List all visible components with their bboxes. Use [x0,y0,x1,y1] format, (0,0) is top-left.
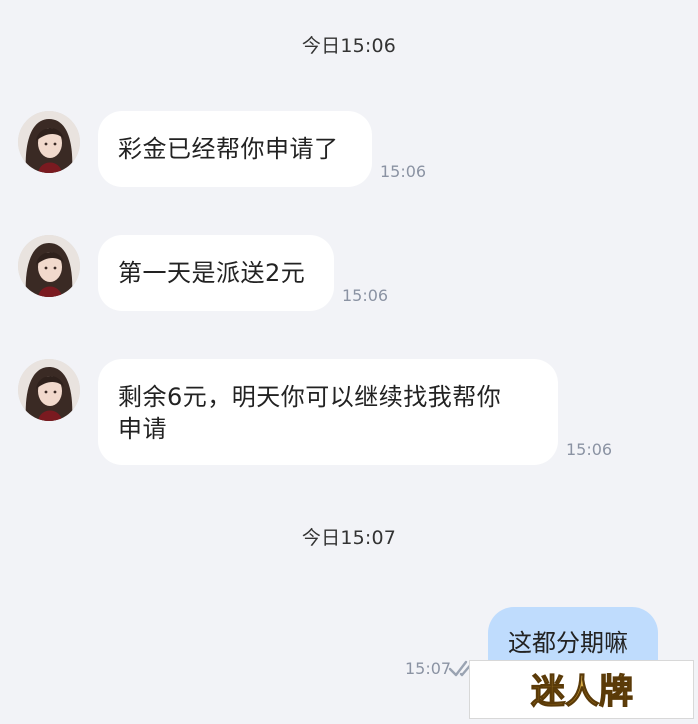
avatar[interactable] [18,359,80,421]
message-text: 彩金已经帮你申请了 [118,135,339,163]
message-time: 15:06 [380,162,427,181]
date-divider: 今日15:06 [0,31,698,58]
incoming-bubble[interactable]: 剩余6元，明天你可以继续找我帮你 申请 [98,359,558,465]
date-divider-text: 今日15:06 [301,35,397,57]
watermark-text: 迷人牌 [531,672,633,712]
message-time: 15:06 [342,286,389,305]
watermark-logo: 迷人牌 [469,660,694,719]
date-divider-text: 今日15:07 [301,527,397,549]
avatar-image [18,359,80,421]
message-time: 15:06 [566,440,613,459]
avatar-image [18,111,80,173]
chat-view: 今日15:06 彩金已经帮你申请了 15:06 第一天是派送2元 15:06 剩… [0,0,698,724]
message-text: 第一天是派送2元 [118,259,306,287]
watermark-logo-graphic: 迷人牌 [530,671,633,712]
avatar-image [18,235,80,297]
incoming-bubble[interactable]: 彩金已经帮你申请了 [98,111,372,187]
message-text-line: 剩余6元，明天你可以继续找我帮你 [118,383,502,411]
message-text: 这都分期嘛 [508,629,628,657]
incoming-bubble[interactable]: 第一天是派送2元 [98,235,334,311]
avatar[interactable] [18,111,80,173]
date-divider: 今日15:07 [0,523,698,550]
message-time: 15:07 [405,659,452,678]
avatar[interactable] [18,235,80,297]
message-text-line: 申请 [118,415,167,443]
